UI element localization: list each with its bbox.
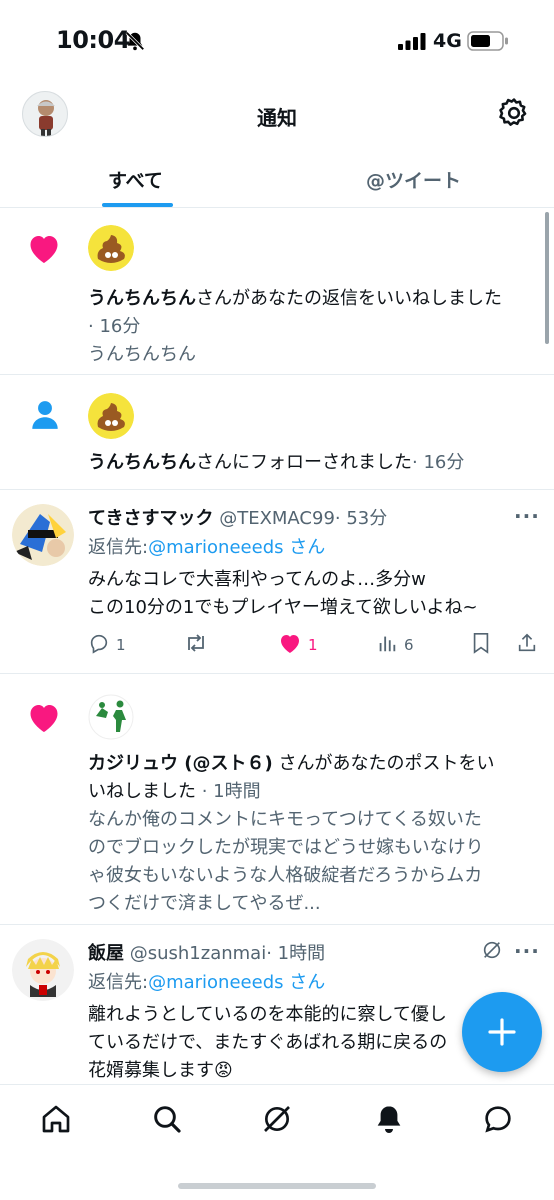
search-icon[interactable]: [151, 1103, 183, 1139]
grok-icon[interactable]: [261, 1103, 293, 1139]
notification-time: · 16分: [88, 316, 141, 337]
tab-indicator: [102, 203, 173, 207]
messages-icon[interactable]: [482, 1103, 514, 1139]
network-type: 4G: [433, 30, 462, 52]
bookmark-icon: [471, 632, 491, 658]
like-button[interactable]: 1: [278, 632, 318, 658]
avatar[interactable]: [12, 939, 74, 1001]
share-button[interactable]: [516, 632, 538, 658]
tweet-header: てきさすマック @TEXMAC99· 53分: [88, 504, 387, 530]
notification-text: カジリュウ (@スト６) さんがあなたのポストをい いねしました · 1時間: [88, 753, 495, 802]
views-count: 6: [404, 636, 414, 654]
notification-user[interactable]: うんちんちん: [88, 288, 196, 309]
retweet-icon: [184, 632, 208, 658]
tweet[interactable]: てきさすマック @TEXMAC99· 53分 ··· 返信先:@marionee…: [0, 490, 554, 674]
more-options-icon[interactable]: ···: [514, 939, 540, 963]
header: 通知: [0, 88, 554, 144]
avatar[interactable]: [88, 225, 134, 271]
notification-follow[interactable]: うんちんちんさんにフォローされました· 16分: [0, 375, 554, 490]
signal-icon: [398, 33, 426, 54]
compose-button[interactable]: [462, 992, 542, 1072]
notification-quote: うんちんちん: [88, 344, 196, 365]
views-button[interactable]: 6: [376, 632, 414, 658]
reply-to-link[interactable]: @marioneeeds: [148, 972, 283, 993]
views-icon: [376, 632, 398, 658]
status-bar: 10:04 4G: [0, 0, 554, 80]
grok-icon[interactable]: [481, 939, 503, 965]
tweet-time: · 53分: [334, 508, 388, 529]
notification-user[interactable]: カジリュウ (@スト６): [88, 753, 273, 774]
notification-quote: なんか俺のコメントにキモってつけてくる奴いた のでブロックしたが現実ではどうせ嫁…: [88, 809, 484, 914]
notification-text: うんちんちんさんがあなたの返信をいいねしました · 16分: [88, 288, 502, 337]
tweet-author-name[interactable]: 飯屋: [88, 943, 124, 964]
notification-user[interactable]: うんちんちん: [88, 452, 196, 473]
reply-context: 返信先:@marioneeeds さん: [88, 537, 326, 558]
notification-like[interactable]: カジリュウ (@スト６) さんがあなたのポストをい いねしました · 1時間 なん…: [0, 674, 554, 925]
like-count: 1: [308, 636, 318, 654]
more-options-icon[interactable]: ···: [514, 504, 540, 528]
tweet-actions: 1 1 6: [88, 632, 538, 658]
tab-mentions[interactable]: @ツイート: [366, 166, 461, 193]
gear-icon[interactable]: [497, 96, 531, 134]
share-icon: [516, 632, 538, 658]
page-title: 通知: [257, 106, 297, 130]
tweet-time: · 1時間: [266, 943, 326, 964]
battery-icon: [467, 31, 509, 55]
home-icon[interactable]: [40, 1103, 72, 1139]
bell-slash-icon: [124, 30, 146, 56]
tweet-body: みんなコレで大喜利やってんのよ…多分w この10分の1でもプレイヤー増えて欲しい…: [88, 569, 478, 618]
reply-count: 1: [116, 636, 126, 654]
angry-face-emoji: 😡: [214, 1060, 233, 1081]
bell-icon[interactable]: [373, 1103, 405, 1139]
retweet-button[interactable]: [184, 632, 208, 658]
notification-tabs: すべて @ツイート: [0, 150, 554, 208]
person-icon: [31, 400, 59, 434]
tweet-author-name[interactable]: てきさすマック: [88, 508, 213, 529]
tab-all[interactable]: すべて: [108, 166, 163, 193]
tweet-author-handle[interactable]: @TEXMAC99: [219, 508, 335, 529]
heart-icon: [26, 700, 62, 738]
notification-like[interactable]: うんちんちんさんがあなたの返信をいいねしました · 16分 うんちんちん: [0, 209, 554, 375]
tweet-header: 飯屋 @sush1zanmai· 1時間: [88, 939, 325, 965]
notification-time: · 1時間: [196, 781, 261, 802]
plus-icon: [488, 1018, 516, 1046]
avatar[interactable]: [88, 393, 134, 439]
avatar[interactable]: [88, 694, 134, 740]
tweet-author-handle[interactable]: @sush1zanmai: [130, 943, 266, 964]
reply-to-link[interactable]: @marioneeeds: [148, 537, 283, 558]
avatar[interactable]: [12, 504, 74, 566]
heart-icon: [26, 231, 62, 269]
tweet-body: 離れようとしているのを本能的に察して優し ているだけで、またすぐあばれる期に戻る…: [88, 1004, 448, 1081]
notification-text: うんちんちんさんにフォローされました· 16分: [88, 452, 465, 473]
reply-button[interactable]: 1: [88, 632, 126, 658]
bookmark-button[interactable]: [471, 632, 491, 658]
reply-context: 返信先:@marioneeeds さん: [88, 972, 326, 993]
notification-time: · 16分: [412, 452, 465, 473]
status-time: 10:04: [56, 26, 130, 54]
reply-icon: [88, 632, 110, 658]
home-indicator: [178, 1183, 376, 1189]
heart-icon: [278, 632, 302, 658]
